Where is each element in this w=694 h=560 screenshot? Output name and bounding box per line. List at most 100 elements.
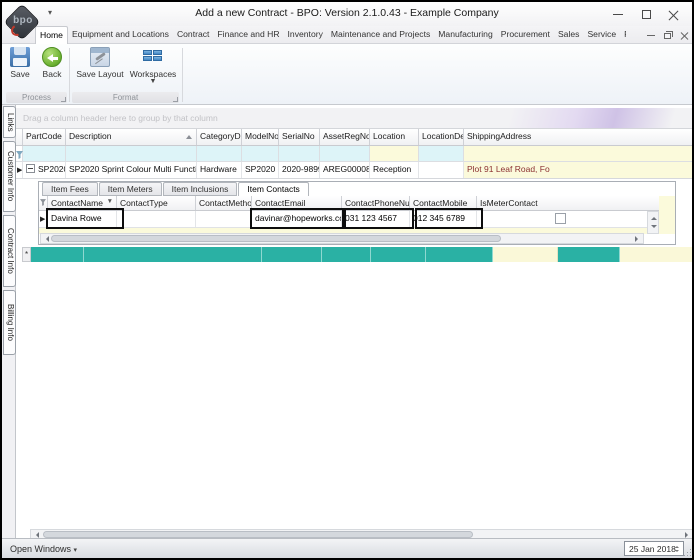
column-header-location[interactable]: Location <box>370 129 419 145</box>
tab-procurement[interactable]: Procurement <box>497 26 554 44</box>
save-button[interactable]: Save <box>6 47 34 79</box>
scroll-down-icon[interactable] <box>650 225 657 231</box>
column-header-ismetercontact[interactable]: IsMeterContact <box>477 196 675 210</box>
open-windows-dropdown[interactable]: Open Windows ▾ <box>10 544 77 554</box>
cell-description[interactable]: SP2020 Sprint Colour Multi Functional Co… <box>66 162 197 178</box>
tab-maintenance-and-projects[interactable]: Maintenance and Projects <box>327 26 434 44</box>
column-header-assetregno[interactable]: AssetRegNo <box>320 129 370 145</box>
dialog-launcher-icon[interactable] <box>61 97 66 102</box>
cell-location[interactable]: Reception <box>370 162 419 178</box>
filter-cell-partcode[interactable] <box>23 146 66 161</box>
cell-contactmethod[interactable] <box>196 211 252 227</box>
ismetercontact-checkbox[interactable] <box>555 213 566 224</box>
scroll-left-icon[interactable] <box>43 236 49 242</box>
tab-item-contacts[interactable]: Item Contacts <box>238 182 309 197</box>
new-row-cell[interactable] <box>620 247 692 262</box>
filter-cell-description[interactable] <box>66 146 197 161</box>
column-header-description[interactable]: Description <box>66 129 197 145</box>
sidebar-item-customer-info[interactable]: Customer Info <box>3 141 16 212</box>
group-by-hint: Drag a column header here to group by th… <box>23 113 218 123</box>
cell-partcode[interactable]: SP2020 <box>23 162 66 178</box>
date-spinner-icons[interactable] <box>674 543 681 555</box>
maximize-button[interactable] <box>634 6 658 23</box>
resize-grip[interactable] <box>683 548 691 556</box>
tab-equipment-and-locations[interactable]: Equipment and Locations <box>68 26 173 44</box>
filter-row-indicator <box>16 146 23 161</box>
cell-contacttype[interactable] <box>117 211 196 227</box>
column-header-categorydesc[interactable]: CategoryDesc <box>197 129 242 145</box>
filter-cell-serialno[interactable] <box>279 146 320 161</box>
column-header-contacttype[interactable]: ContactType <box>117 196 196 210</box>
detail-scrollbar-thumb[interactable] <box>51 235 501 242</box>
main-scrollbar-thumb[interactable] <box>43 531 473 538</box>
column-header-serialno[interactable]: SerialNo <box>279 129 320 145</box>
grid-data-row[interactable]: ▶ SP2020 SP2020 Sprint Colour Multi Func… <box>16 162 692 179</box>
sidebar-item-billing-info[interactable]: Billing Info <box>3 290 16 355</box>
cell-assetregno[interactable]: AREG000083 <box>320 162 370 178</box>
ribbon-tab-row: Home Equipment and Locations Contract Fi… <box>2 26 692 44</box>
column-header-locationdesc[interactable]: LocationDesc <box>419 129 464 145</box>
scroll-up-icon[interactable] <box>650 214 657 220</box>
row-indicator: ▶ <box>16 162 23 178</box>
ribbon-minimize-icon[interactable] <box>647 35 655 36</box>
scroll-right-icon[interactable] <box>635 236 641 242</box>
column-header-contactmethod[interactable]: ContactMethod <box>196 196 252 210</box>
column-dropdown-icon[interactable]: ▼ <box>107 198 113 205</box>
filter-cell-shippingaddress[interactable] <box>464 146 692 161</box>
tab-contract[interactable]: Contract <box>173 26 213 44</box>
new-row-cell[interactable] <box>493 247 558 262</box>
sidebar-item-links[interactable]: Links <box>3 106 16 138</box>
detail-vertical-scrollbar[interactable] <box>647 211 659 234</box>
cell-ismetercontact <box>477 211 675 227</box>
new-row-cell[interactable] <box>558 247 620 262</box>
save-layout-button[interactable]: Save Layout <box>74 47 126 79</box>
tab-reporting[interactable]: Reporting <box>620 26 626 44</box>
filter-cell-categorydesc[interactable] <box>197 146 242 161</box>
new-row-cell[interactable] <box>262 247 322 262</box>
column-header-shippingaddress[interactable]: ShippingAddress <box>464 129 692 145</box>
workspaces-dropdown-icon[interactable]: ▼ <box>128 78 178 85</box>
group-divider <box>69 48 70 102</box>
filter-cell-modelno[interactable] <box>242 146 279 161</box>
cell-locationdesc[interactable] <box>419 162 464 178</box>
quick-access-caret-icon[interactable]: ▾ <box>48 8 52 17</box>
new-row-cell[interactable] <box>426 247 493 262</box>
ribbon-group-format: Format <box>72 92 179 103</box>
dialog-launcher-icon[interactable] <box>173 97 178 102</box>
ribbon-close-icon[interactable] <box>680 32 688 40</box>
column-header-modelno[interactable]: ModelNo <box>242 129 279 145</box>
tab-item-inclusions[interactable]: Item Inclusions <box>162 182 238 196</box>
filter-cell-assetregno[interactable] <box>320 146 370 161</box>
grip-dot <box>689 554 691 556</box>
cell-shippingaddress[interactable]: Plot 91 Leaf Road, Fo <box>464 162 692 178</box>
back-button[interactable]: Back <box>38 47 66 79</box>
filter-cell-location[interactable] <box>370 146 419 161</box>
tab-item-fees[interactable]: Item Fees <box>42 182 98 196</box>
new-item-row[interactable] <box>2 247 692 262</box>
close-button[interactable] <box>662 6 686 23</box>
detail-horizontal-scrollbar[interactable] <box>40 233 644 244</box>
cell-serialno[interactable]: 2020-9899 <box>279 162 320 178</box>
cell-modelno[interactable]: SP2020 <box>242 162 279 178</box>
minimize-button[interactable] <box>606 6 630 23</box>
date-field[interactable]: 25 Jan 2018 <box>624 541 684 556</box>
group-by-band[interactable]: Drag a column header here to group by th… <box>16 108 692 129</box>
filter-cell-locationdesc[interactable] <box>419 146 464 161</box>
group-label-format: Format <box>112 93 139 102</box>
new-row-cell[interactable] <box>371 247 426 262</box>
new-row-cell[interactable] <box>31 247 84 262</box>
ribbon-restore-icon[interactable] <box>664 30 673 39</box>
column-header-partcode[interactable]: PartCode <box>23 129 66 145</box>
tab-service[interactable]: Service <box>583 26 620 44</box>
new-row-cell[interactable] <box>322 247 371 262</box>
cell-categorydesc[interactable]: Hardware <box>197 162 242 178</box>
tab-item-meters[interactable]: Item Meters <box>98 182 162 196</box>
collapse-row-icon[interactable] <box>26 164 35 173</box>
tab-sales[interactable]: Sales <box>554 26 584 44</box>
detail-tabs: Item Fees Item Meters Item Inclusions It… <box>42 182 310 197</box>
tab-manufacturing[interactable]: Manufacturing <box>434 26 496 44</box>
tab-finance-and-hr[interactable]: Finance and HR <box>213 26 283 44</box>
tab-inventory[interactable]: Inventory <box>284 26 327 44</box>
workspaces-button[interactable]: Workspaces ▼ <box>128 47 178 85</box>
new-row-cell[interactable] <box>84 247 262 262</box>
